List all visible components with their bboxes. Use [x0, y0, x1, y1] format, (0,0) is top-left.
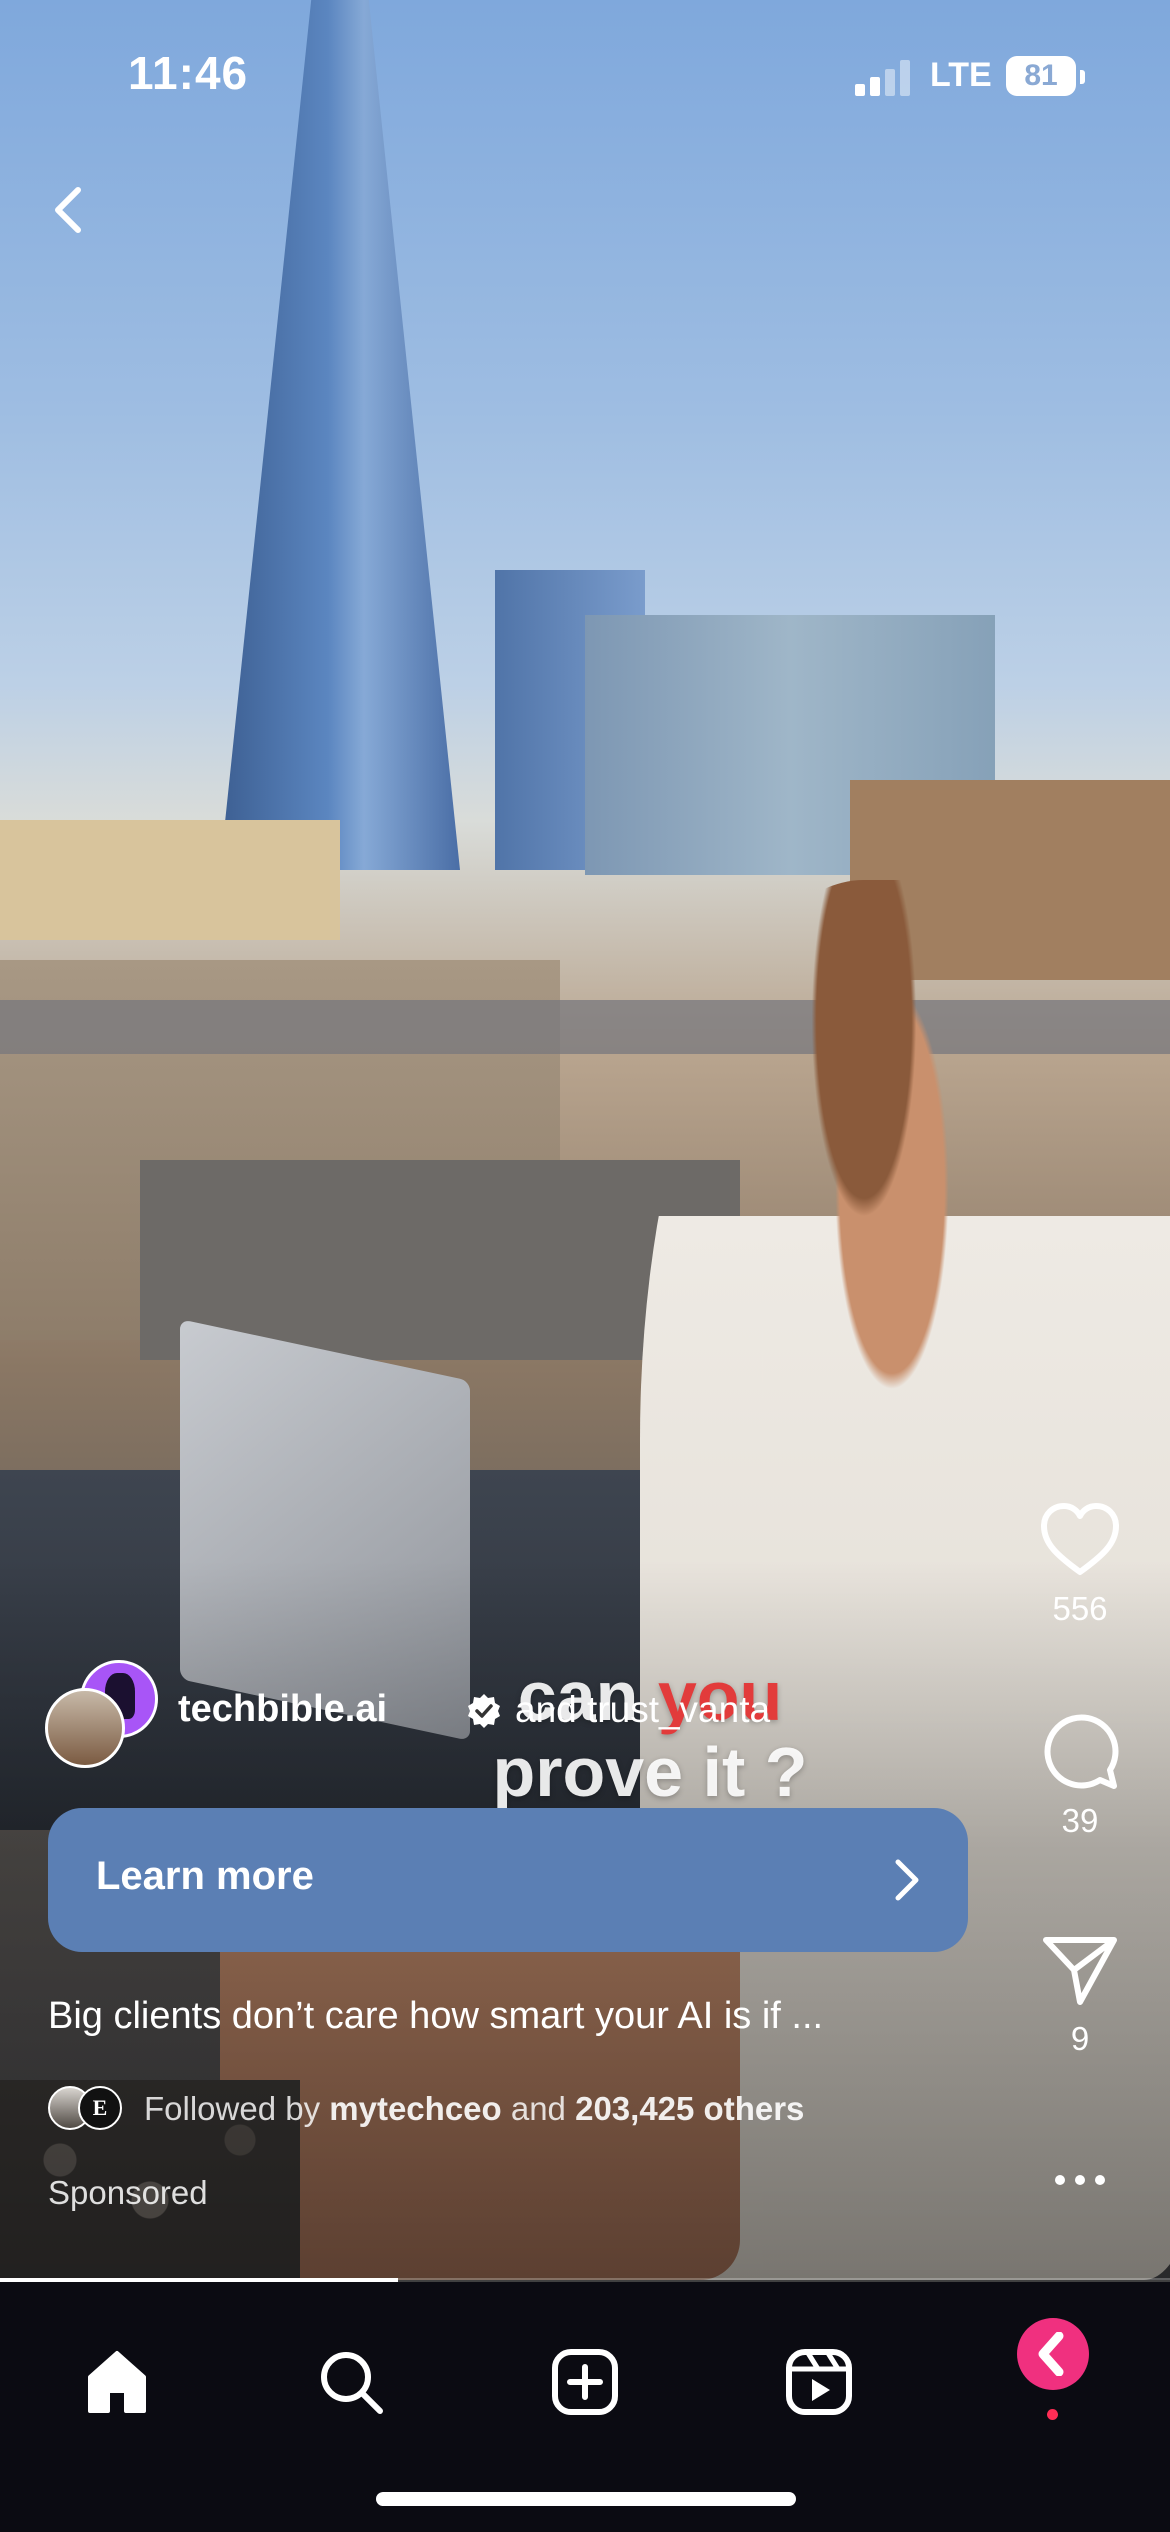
comment-count: 39 [1061, 1802, 1099, 1839]
home-indicator[interactable] [376, 2492, 796, 2506]
share-button[interactable]: 9 [1030, 1930, 1130, 2058]
home-icon [88, 2351, 146, 2413]
more-options-icon[interactable] [1050, 2162, 1110, 2198]
avatar: E [78, 2086, 122, 2130]
tab-search[interactable] [296, 2327, 406, 2437]
heart-icon [1041, 1503, 1119, 1575]
followed-by-text: Followed by mytechceo and 203,425 others [144, 2090, 804, 2128]
back-button[interactable] [40, 180, 100, 240]
notification-dot [1047, 2409, 1058, 2420]
battery-nub [1080, 70, 1085, 84]
tab-create[interactable] [530, 2327, 640, 2437]
signal-icon [855, 60, 915, 96]
comment-icon [1044, 1714, 1119, 1789]
reels-icon [786, 2349, 852, 2415]
followed-by-count: 203,425 others [575, 2090, 805, 2127]
status-time: 11:46 [128, 47, 249, 99]
like-button[interactable]: 556 [1030, 1500, 1130, 1628]
like-count: 556 [1052, 1590, 1108, 1627]
author-row: techbible.ai and trust_vanta [45, 1660, 845, 1768]
author-avatars[interactable] [45, 1660, 160, 1770]
avatar [45, 1688, 125, 1768]
reel-screen: 11:46 LTE 81 can you prove it ? 556 39 9… [0, 0, 1170, 2532]
status-bar: 11:46 LTE 81 [0, 0, 1170, 150]
building-shape [0, 820, 340, 940]
followed-by-prefix: Followed by [144, 2090, 330, 2127]
chevron-right-icon [895, 1859, 919, 1901]
verified-badge-icon [468, 1694, 500, 1728]
followed-by-and: and [501, 2090, 576, 2127]
sponsored-label: Sponsored [48, 2174, 208, 2211]
author-username[interactable]: techbible.ai [178, 1688, 387, 1731]
coauthor-label[interactable]: and trust_vanta [515, 1689, 770, 1731]
network-type: LTE [930, 56, 992, 94]
send-icon [1043, 1937, 1117, 2005]
comment-button[interactable]: 39 [1030, 1712, 1130, 1840]
learn-more-button[interactable]: Learn more [48, 1808, 968, 1952]
battery-level: 81 [1024, 59, 1058, 92]
followed-by-user: mytechceo [329, 2090, 502, 2127]
battery-icon: 81 [1006, 56, 1076, 96]
followed-by-row[interactable]: E Followed by mytechceo and 203,425 othe… [48, 2086, 968, 2136]
post-caption[interactable]: Big clients don’t care how smart your AI… [48, 1995, 948, 2038]
create-icon [552, 2349, 618, 2415]
tab-reels[interactable] [764, 2327, 874, 2437]
tab-home[interactable] [62, 2327, 172, 2437]
search-icon [321, 2352, 383, 2414]
learn-more-label: Learn more [96, 1854, 314, 1898]
chevron-left-icon [55, 187, 81, 233]
profile-icon [1038, 2332, 1064, 2376]
share-count: 9 [1070, 2020, 1090, 2057]
tab-profile[interactable] [1017, 2318, 1089, 2390]
